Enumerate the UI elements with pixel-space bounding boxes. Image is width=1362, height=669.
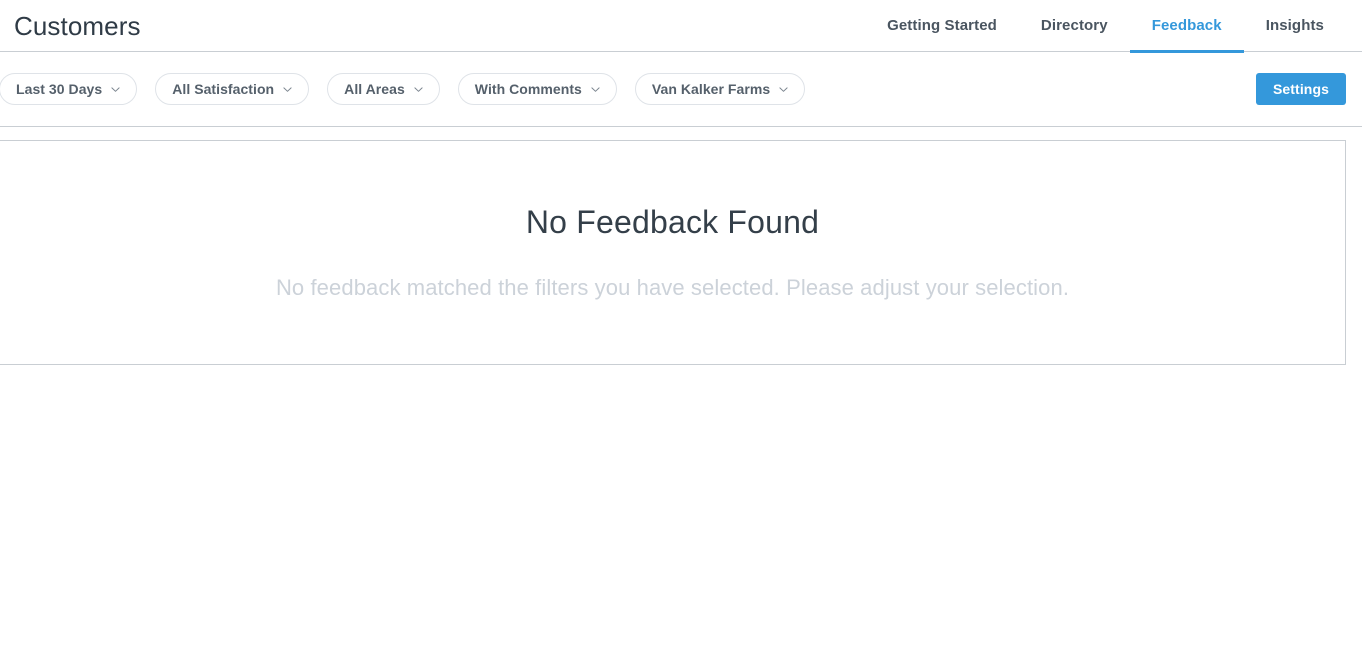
filter-satisfaction[interactable]: All Satisfaction bbox=[155, 73, 310, 105]
filter-comments[interactable]: With Comments bbox=[457, 73, 617, 105]
chevron-down-icon bbox=[414, 85, 423, 94]
chevron-down-icon bbox=[779, 85, 788, 94]
tab-insights[interactable]: Insights bbox=[1244, 0, 1346, 52]
chevron-down-icon bbox=[591, 85, 600, 94]
empty-state-title: No Feedback Found bbox=[525, 204, 820, 240]
filter-label: Last 30 Days bbox=[16, 81, 103, 97]
settings-button[interactable]: Settings bbox=[1255, 73, 1346, 105]
filter-label: Van Kalker Farms bbox=[651, 81, 771, 97]
feedback-content-panel: No Feedback Found No feedback matched th… bbox=[0, 140, 1346, 365]
chevron-down-icon bbox=[111, 85, 120, 94]
filter-organization[interactable]: Van Kalker Farms bbox=[634, 73, 806, 105]
tab-label: Getting Started bbox=[887, 17, 997, 34]
empty-state-subtitle: No feedback matched the filters you have… bbox=[275, 275, 1070, 301]
filter-areas[interactable]: All Areas bbox=[327, 73, 440, 105]
filter-pill-group: Last 30 Days All Satisfaction All Areas bbox=[0, 73, 806, 105]
tab-feedback[interactable]: Feedback bbox=[1129, 0, 1244, 53]
tab-label: Directory bbox=[1040, 17, 1108, 34]
filter-label: All Satisfaction bbox=[172, 81, 275, 97]
filter-date-range[interactable]: Last 30 Days bbox=[0, 73, 138, 105]
tab-directory[interactable]: Directory bbox=[1019, 0, 1130, 52]
tab-getting-started[interactable]: Getting Started bbox=[865, 0, 1019, 52]
filter-label: All Areas bbox=[344, 81, 405, 97]
tab-label: Feedback bbox=[1151, 17, 1222, 34]
filter-bar: Last 30 Days All Satisfaction All Areas bbox=[0, 52, 1362, 127]
tab-label: Insights bbox=[1265, 17, 1324, 34]
page-title: Customers bbox=[14, 10, 141, 41]
filter-label: With Comments bbox=[474, 81, 582, 97]
app-header: Customers Getting Started Directory Feed… bbox=[0, 0, 1362, 53]
main-navigation-tabs: Getting Started Directory Feedback Insig… bbox=[865, 0, 1346, 53]
chevron-down-icon bbox=[283, 85, 292, 94]
